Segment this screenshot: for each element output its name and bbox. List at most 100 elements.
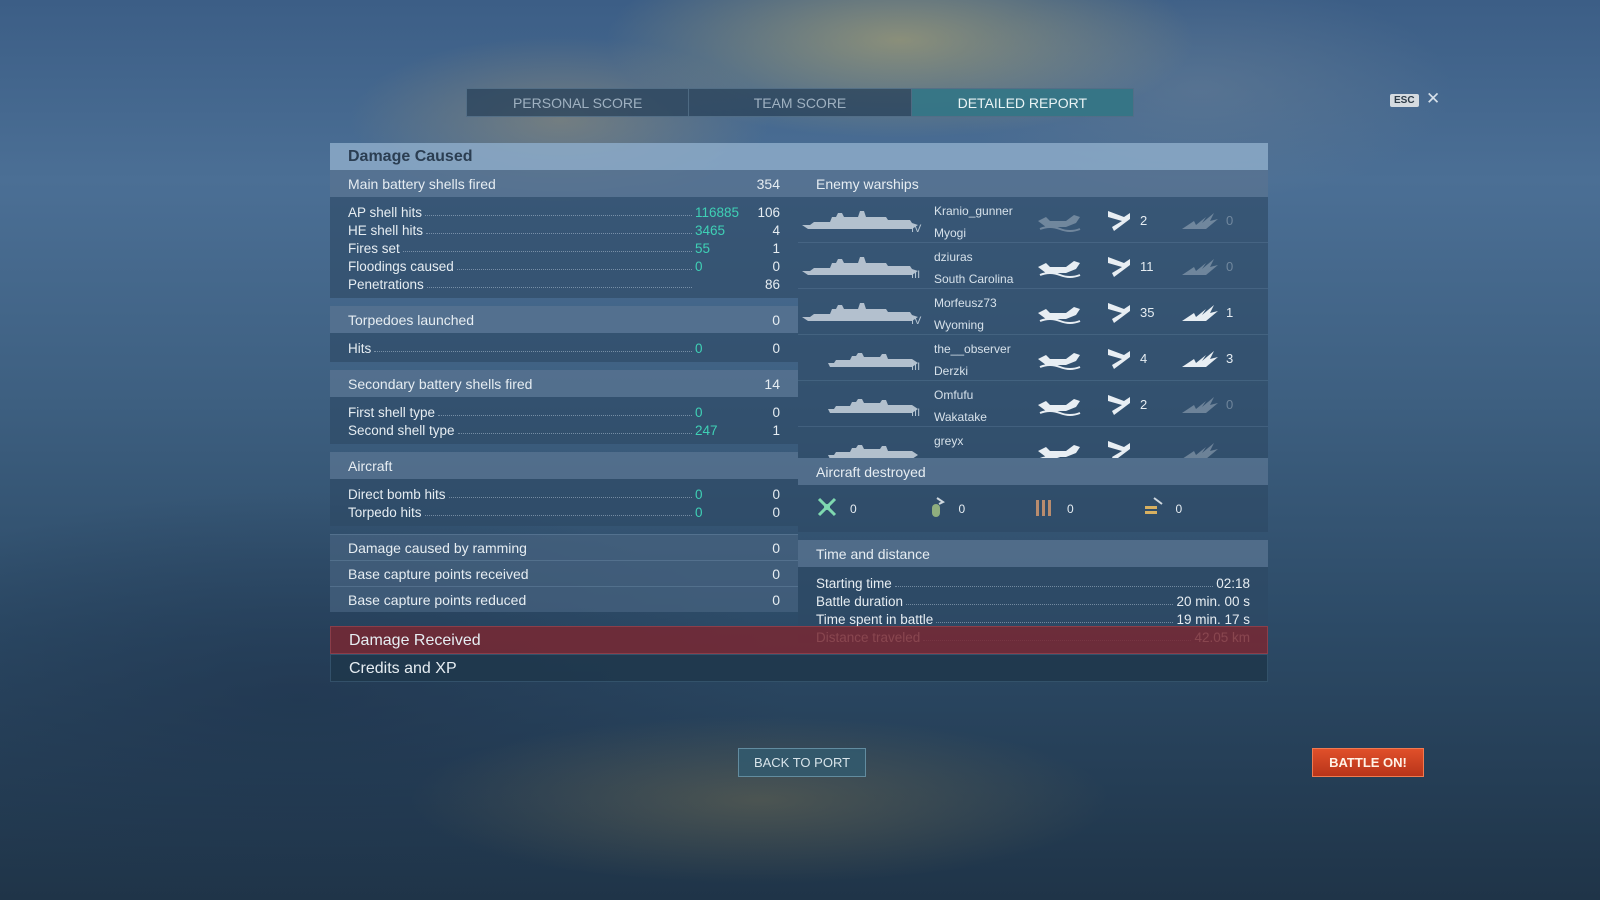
dotted-leader [402, 251, 692, 252]
ship-names: Kranio_gunner Myogi [934, 200, 1013, 244]
critical-hits-icon [1180, 437, 1226, 458]
tab-detailed-report[interactable]: DETAILED REPORT [911, 89, 1133, 116]
enemy-ship-row[interactable]: III the__observer Derzki 4 3 [798, 335, 1268, 381]
back-to-port-button[interactable]: BACK TO PORT [738, 748, 866, 777]
credits-xp-header[interactable]: Credits and XP [330, 654, 1268, 682]
capture-reduced-label: Base capture points reduced [348, 591, 527, 608]
dotted-leader [425, 215, 692, 216]
stat-count: 0 [772, 487, 780, 502]
dotted-leader [456, 269, 692, 270]
stat-count: 0 [772, 505, 780, 520]
stat-label: First shell type [348, 405, 436, 420]
ship-silhouette-icon [800, 435, 920, 458]
shell-hits-value: 35 [1140, 305, 1155, 320]
enemy-ship-row[interactable]: IV Morfeusz73 Wyoming 35 1 [798, 289, 1268, 335]
secondary-value: 14 [764, 375, 780, 392]
aircraft-destroyed-item: 0 [1033, 496, 1142, 521]
aircraft-destroyed-item: 0 [1142, 496, 1251, 521]
stat-label: Hits [348, 341, 372, 356]
stat-count: 0 [772, 341, 780, 356]
ramming-label: Damage caused by ramming [348, 539, 527, 556]
ship-names: greyx [934, 430, 963, 452]
secondary-label: Secondary battery shells fired [348, 375, 533, 392]
time-distance-row: Time spent in battle 19 min. 17 s [816, 609, 1250, 627]
tab-personal-score[interactable]: PERSONAL SCORE [467, 89, 690, 116]
spotted-ship-icon [1036, 437, 1082, 458]
ship-tier: III [911, 269, 921, 281]
capture-reduced-row: Base capture points reduced 0 [330, 586, 798, 612]
player-name: dziuras [934, 250, 973, 264]
stat-damage: 0 [695, 341, 703, 356]
enemy-column: Enemy warships IV Kranio_gunner Myogi 2 0 III… [798, 170, 1268, 645]
dotted-leader [457, 433, 692, 434]
time-distance-header: Time and distance [798, 540, 1268, 567]
stat-label: Penetrations [348, 277, 424, 292]
stat-count: 1 [772, 423, 780, 438]
torpedoes-details: Hits 0 0 [330, 333, 798, 362]
time-distance-label: Time and distance [816, 545, 930, 562]
ship-tier: III [911, 361, 921, 373]
player-name: greyx [934, 434, 964, 448]
stat-label: Floodings caused [348, 259, 454, 274]
ship-tier: III [911, 407, 921, 419]
aircraft-header: Aircraft [330, 452, 798, 479]
close-icon[interactable]: ✕ [1426, 89, 1440, 109]
enemy-ship-row[interactable]: greyx [798, 427, 1268, 458]
enemy-ship-row[interactable]: IV Kranio_gunner Myogi 2 0 [798, 197, 1268, 243]
aircraft-destroyed-value: 0 [958, 501, 966, 516]
stat-damage: 55 [695, 241, 711, 256]
enemy-warships-header: Enemy warships [798, 170, 1268, 197]
enemy-warships-label: Enemy warships [816, 175, 919, 192]
time-distance-row-label: Battle duration [816, 594, 904, 609]
critical-hits-icon [1180, 253, 1226, 279]
damage-received-header[interactable]: Damage Received [330, 626, 1268, 654]
enemy-warships-list[interactable]: IV Kranio_gunner Myogi 2 0 III dziuras South Ca… [798, 197, 1268, 458]
capture-received-value: 0 [772, 565, 780, 582]
ramming-row: Damage caused by ramming 0 [330, 534, 798, 560]
stat-row: Fires set 55 1 [348, 238, 780, 256]
tab-bar: PERSONAL SCORE TEAM SCORE DETAILED REPOR… [466, 88, 1134, 117]
time-distance-row-value: 20 min. 00 s [1176, 594, 1250, 609]
stat-count: 86 [764, 277, 780, 292]
torpedoes-value: 0 [772, 311, 780, 328]
shell-hits-value: 2 [1140, 397, 1148, 412]
ship-names: dziuras South Carolina [934, 246, 1013, 290]
damage-caused-header[interactable]: Damage Caused [330, 143, 1268, 170]
dotted-leader [374, 351, 692, 352]
tab-team-score[interactable]: TEAM SCORE [689, 89, 912, 116]
time-distance-row-label: Starting time [816, 576, 892, 591]
dotted-leader [448, 497, 692, 498]
enemy-ship-row[interactable]: III dziuras South Carolina 11 0 [798, 243, 1268, 289]
ship-name: Derzki [934, 364, 969, 378]
battle-on-button[interactable]: BATTLE ON! [1312, 748, 1424, 777]
player-name: Omfufu [934, 388, 974, 402]
stat-label: Direct bomb hits [348, 487, 446, 502]
aircraft-label: Aircraft [348, 457, 393, 474]
torpedo-bomber-icon [1033, 496, 1067, 521]
critical-hits-icon [1180, 391, 1226, 417]
ship-name: Myogi [934, 226, 967, 240]
aircraft-destroyed-item: 0 [816, 496, 925, 521]
torpedoes-label: Torpedoes launched [348, 311, 475, 328]
stat-row: AP shell hits 116885 106 [348, 202, 780, 220]
player-name: Kranio_gunner [934, 204, 1013, 218]
stat-damage: 0 [695, 259, 703, 274]
secondary-header: Secondary battery shells fired 14 [330, 370, 798, 397]
esc-key-badge: ESC [1390, 94, 1419, 107]
stat-label: Fires set [348, 241, 400, 256]
spotted-ship-icon [1036, 253, 1082, 279]
aircraft-destroyed-item: 0 [925, 496, 1034, 521]
time-distance-row: Battle duration 20 min. 00 s [816, 591, 1250, 609]
ship-name: Wakatake [934, 410, 987, 424]
stat-row: Penetrations 86 [348, 274, 780, 292]
ship-names: the__observer Derzki [934, 338, 1011, 382]
main-battery-label: Main battery shells fired [348, 175, 496, 192]
enemy-ship-row[interactable]: III Omfufu Wakatake 2 0 [798, 381, 1268, 427]
stat-count: 4 [772, 223, 780, 238]
ship-tier: IV [911, 223, 922, 235]
player-name: the__observer [934, 342, 1011, 356]
dive-bomber-icon [1142, 496, 1176, 521]
stat-row: Torpedo hits 0 0 [348, 502, 780, 520]
stat-damage: 116885 [695, 205, 740, 220]
time-distance-row: Starting time 02:18 [816, 573, 1250, 591]
